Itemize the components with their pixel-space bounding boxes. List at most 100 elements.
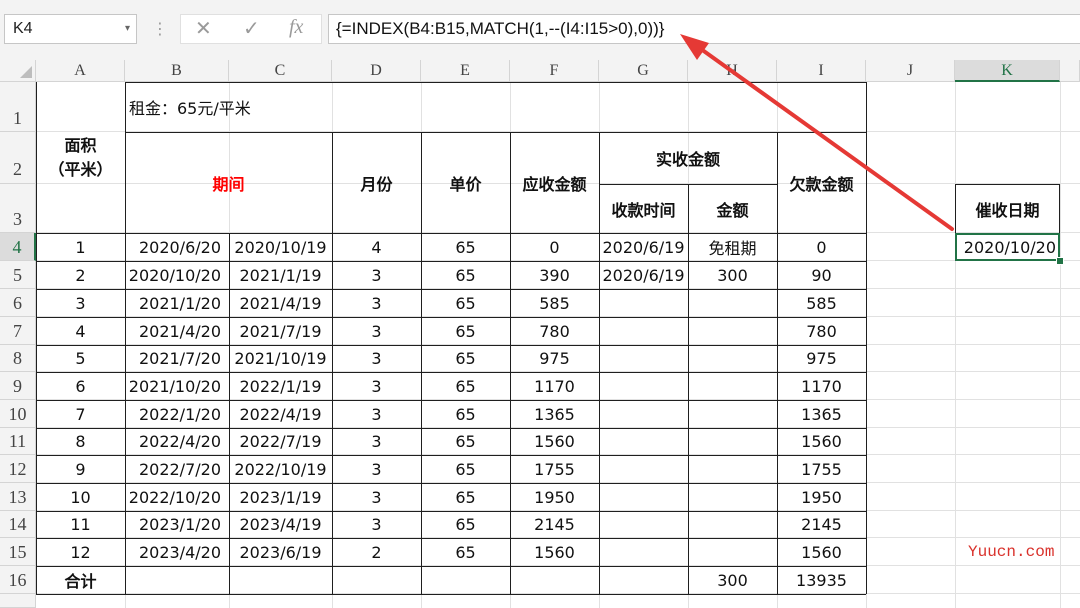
cell-end[interactable]: 2023/4/19 [229, 511, 332, 538]
cell-paid-date[interactable] [599, 455, 688, 483]
cell-price[interactable]: 65 [421, 455, 510, 483]
enter-check-icon[interactable]: ✓ [243, 16, 260, 40]
column-header-k[interactable]: K [955, 60, 1060, 82]
row-header-3[interactable]: 3 [0, 184, 36, 233]
cell-area[interactable]: 7 [36, 400, 125, 428]
row-header-extra[interactable] [0, 594, 36, 608]
cell-area[interactable]: 2 [36, 261, 125, 289]
cell-month-header[interactable]: 月份 [332, 132, 421, 233]
cell-due[interactable]: 780 [510, 317, 599, 345]
cell-area-header[interactable]: 面积 （平米） [36, 82, 125, 233]
cell-received-header[interactable]: 实收金额 [599, 132, 777, 184]
cell-period-header[interactable]: 期间 [125, 132, 332, 233]
chevron-down-icon[interactable]: ▾ [125, 15, 130, 43]
cell-end[interactable]: 2022/1/19 [229, 372, 332, 400]
cell-months[interactable]: 3 [332, 372, 421, 400]
cell-paid-date[interactable] [599, 428, 688, 455]
cell-paid-amount[interactable] [688, 455, 777, 483]
cell-paid-amount[interactable] [688, 345, 777, 372]
cell-months[interactable]: 3 [332, 483, 421, 511]
cell-start[interactable]: 2023/1/20 [125, 511, 229, 538]
cell-receivable-header[interactable]: 应收金额 [510, 132, 599, 233]
cell-area[interactable]: 1 [36, 233, 125, 261]
cell-months[interactable]: 3 [332, 289, 421, 317]
cell-start[interactable]: 2021/4/20 [125, 317, 229, 345]
cell-price[interactable]: 65 [421, 428, 510, 455]
column-header-g[interactable]: G [599, 60, 688, 82]
cell-price[interactable]: 65 [421, 483, 510, 511]
column-header-b[interactable]: B [125, 60, 229, 82]
cell-owed[interactable]: 1560 [777, 538, 866, 566]
cell-start[interactable]: 2021/7/20 [125, 345, 229, 372]
cell-paid-amount[interactable] [688, 483, 777, 511]
cell-paid-date[interactable] [599, 483, 688, 511]
insert-function-icon[interactable]: fx [289, 16, 303, 39]
cell-owed[interactable]: 2145 [777, 511, 866, 538]
cell-paid-date[interactable] [599, 289, 688, 317]
cell-paid-date[interactable] [599, 345, 688, 372]
cell-end[interactable]: 2022/7/19 [229, 428, 332, 455]
cell-owed[interactable]: 0 [777, 233, 866, 261]
cell-start[interactable]: 2020/10/20 [125, 261, 229, 289]
cell-months[interactable]: 3 [332, 261, 421, 289]
cell-price[interactable]: 65 [421, 261, 510, 289]
cell-due[interactable]: 1170 [510, 372, 599, 400]
cell-price[interactable]: 65 [421, 345, 510, 372]
cell-months[interactable]: 2 [332, 538, 421, 566]
cell-end[interactable]: 2023/1/19 [229, 483, 332, 511]
cell-months[interactable]: 3 [332, 317, 421, 345]
cell-area[interactable]: 8 [36, 428, 125, 455]
cell-owed[interactable]: 90 [777, 261, 866, 289]
row-header-1[interactable]: 1 [0, 82, 36, 132]
row-header-13[interactable]: 13 [0, 483, 36, 511]
column-header-i[interactable]: I [777, 60, 866, 82]
cell-start[interactable]: 2021/1/20 [125, 289, 229, 317]
cell-owed[interactable]: 585 [777, 289, 866, 317]
cell-paid-amount[interactable] [688, 400, 777, 428]
row-header-16[interactable]: 16 [0, 566, 36, 594]
cell-paid-amount[interactable] [688, 511, 777, 538]
row-header-2[interactable]: 2 [0, 132, 36, 184]
cell-price[interactable]: 65 [421, 372, 510, 400]
name-box[interactable]: K4 ▾ [4, 14, 137, 44]
cell-paid-date[interactable] [599, 511, 688, 538]
cell-price[interactable]: 65 [421, 538, 510, 566]
cell-due[interactable]: 1365 [510, 400, 599, 428]
cell-area[interactable]: 3 [36, 289, 125, 317]
cell-received-amount-header[interactable]: 金额 [688, 184, 777, 233]
column-header-a[interactable]: A [36, 60, 125, 82]
cell-months[interactable]: 4 [332, 233, 421, 261]
cell-area[interactable]: 4 [36, 317, 125, 345]
cell-start[interactable]: 2022/4/20 [125, 428, 229, 455]
cell-area[interactable]: 12 [36, 538, 125, 566]
cell-end[interactable]: 2020/10/19 [229, 233, 332, 261]
row-header-4[interactable]: 4 [0, 233, 36, 261]
column-header-j[interactable]: J [866, 60, 955, 82]
row-header-8[interactable]: 8 [0, 345, 36, 372]
column-header-extra[interactable] [1060, 60, 1080, 82]
cell-paid-date[interactable] [599, 372, 688, 400]
row-header-12[interactable]: 12 [0, 455, 36, 483]
cell-start[interactable]: 2022/1/20 [125, 400, 229, 428]
cell-paid-date[interactable] [599, 538, 688, 566]
cell-price[interactable]: 65 [421, 233, 510, 261]
cell-area[interactable]: 9 [36, 455, 125, 483]
cell-owed[interactable]: 1755 [777, 455, 866, 483]
cell-start[interactable]: 2023/4/20 [125, 538, 229, 566]
cell-owed[interactable]: 975 [777, 345, 866, 372]
more-options-icon[interactable]: ⋮ [152, 19, 168, 38]
cell-paid-amount[interactable] [688, 372, 777, 400]
cell-total-label[interactable]: 合计 [36, 566, 125, 594]
column-header-d[interactable]: D [332, 60, 421, 82]
cell-months[interactable]: 3 [332, 400, 421, 428]
cell-price[interactable]: 65 [421, 511, 510, 538]
cell-owed[interactable]: 1170 [777, 372, 866, 400]
cell-due[interactable]: 0 [510, 233, 599, 261]
cell-due[interactable]: 2145 [510, 511, 599, 538]
cell-paid-date[interactable]: 2020/6/19 [599, 261, 688, 289]
row-header-14[interactable]: 14 [0, 511, 36, 538]
cell-total-owed[interactable]: 13935 [777, 566, 866, 594]
cell-received-time-header[interactable]: 收款时间 [599, 184, 688, 233]
cell-paid-amount[interactable] [688, 538, 777, 566]
cell-end[interactable]: 2022/10/19 [229, 455, 332, 483]
